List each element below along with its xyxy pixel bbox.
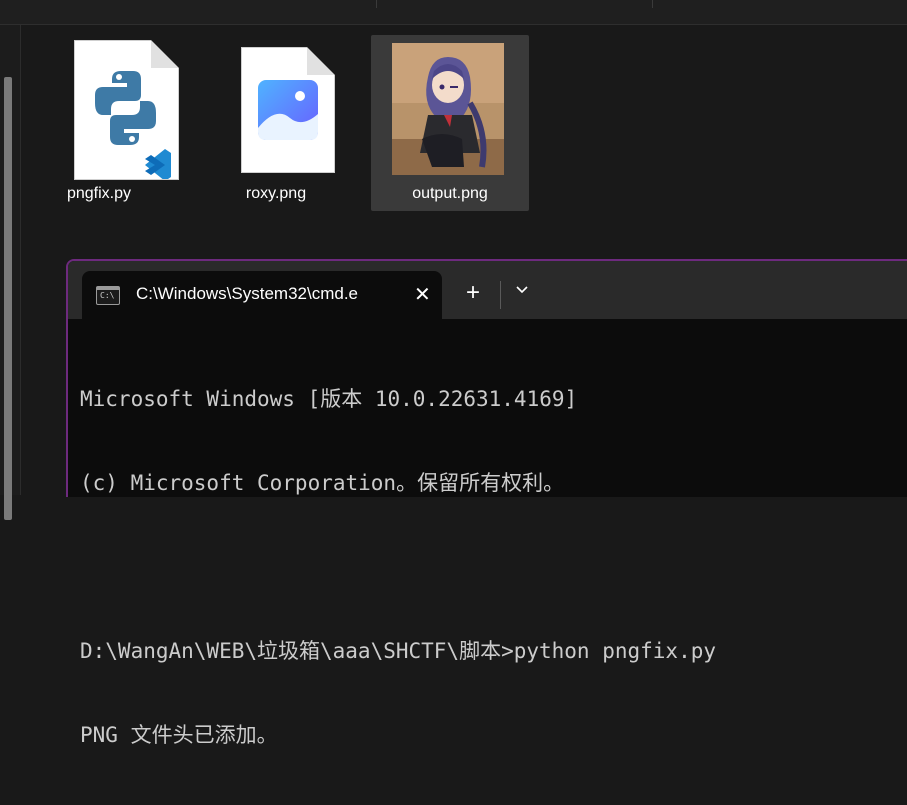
python-logo-icon [95, 71, 171, 179]
python-file-icon [74, 40, 179, 180]
file-item-pngfix[interactable]: pngfix.py [20, 35, 179, 211]
new-tab-button[interactable]: + [466, 281, 480, 305]
navigation-pane [0, 25, 21, 520]
terminal-tab-bar: C:\ C:\Windows\System32\cmd.e ✕ + [68, 261, 907, 319]
console-line: D:\WangAn\WEB\垃圾箱\aaa\SHCTF\脚本>python pn… [80, 639, 717, 663]
close-tab-button[interactable]: ✕ [414, 282, 431, 307]
header-separator [652, 0, 653, 8]
scrollbar-thumb[interactable] [4, 77, 12, 520]
header-separator [376, 0, 377, 8]
file-name-label: output.png [412, 185, 488, 202]
console-line: PNG 文件头已添加。 [80, 723, 278, 747]
terminal-window[interactable]: C:\ C:\Windows\System32\cmd.e ✕ + Micros… [66, 259, 907, 747]
file-name-label: roxy.png [245, 185, 307, 202]
file-name-label: pngfix.py [66, 185, 132, 202]
cmd-icon: C:\ [96, 286, 120, 305]
explorer-top-strip [0, 0, 907, 25]
tab-divider [500, 281, 501, 309]
file-item-output[interactable]: output.png [371, 35, 529, 211]
console-line: Microsoft Windows [版本 10.0.22631.4169] [80, 387, 578, 411]
image-thumbnail [392, 43, 504, 175]
tab-title: C:\Windows\System32\cmd.e [136, 284, 359, 303]
file-item-roxy[interactable]: roxy.png [197, 35, 355, 211]
console-output[interactable]: Microsoft Windows [版本 10.0.22631.4169] (… [80, 329, 907, 805]
console-line: (c) Microsoft Corporation。保留所有权利。 [80, 471, 565, 495]
picture-icon [258, 80, 318, 140]
chevron-down-icon[interactable] [512, 279, 532, 299]
image-file-icon [241, 47, 335, 173]
terminal-tab[interactable]: C:\ C:\Windows\System32\cmd.e ✕ [82, 271, 442, 319]
